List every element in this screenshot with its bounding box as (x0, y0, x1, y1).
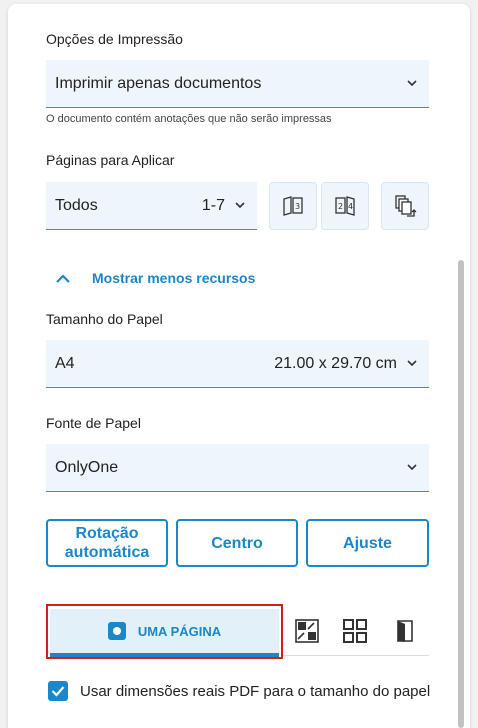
print-options-label: Opções de Impressão (46, 31, 183, 47)
scrollbar[interactable] (458, 260, 464, 728)
chevron-down-icon (235, 201, 245, 208)
paper-source-select[interactable]: OnlyOne (46, 444, 429, 492)
paper-size-label: Tamanho do Papel (46, 311, 163, 327)
pages-select[interactable]: Todos 1-7 (46, 182, 257, 230)
even-pages-icon: 2 4 (335, 196, 355, 216)
pages-range: 1-7 (201, 196, 225, 214)
even-pages-button[interactable]: 2 4 (321, 182, 369, 230)
chevron-up-icon (56, 273, 70, 283)
use-real-pdf-size-option[interactable]: Usar dimensões reais PDF para o tamanho … (48, 681, 430, 701)
show-less-features-toggle[interactable]: Mostrar menos recursos (56, 270, 255, 286)
page-layout-tabs: UMA PÁGINA (46, 604, 429, 659)
center-button[interactable]: Centro (176, 519, 298, 567)
multiple-pages-icon[interactable] (342, 618, 368, 644)
show-less-features-label: Mostrar menos recursos (92, 270, 256, 286)
one-page-icon (107, 622, 126, 640)
reverse-pages-icon (395, 195, 417, 217)
svg-text:2: 2 (338, 202, 343, 211)
active-tab-indicator (50, 653, 279, 657)
print-options-select[interactable]: Imprimir apenas documentos (46, 60, 429, 108)
chevron-down-icon (407, 79, 417, 86)
paper-source-value: OnlyOne (55, 458, 119, 476)
odd-pages-button[interactable]: 3 (269, 182, 317, 230)
checkmark-icon (51, 686, 65, 697)
svg-text:4: 4 (348, 202, 353, 211)
paper-size-select[interactable]: A4 21.00 x 29.70 cm (46, 340, 429, 388)
chevron-down-icon (407, 359, 417, 366)
svg-text:3: 3 (295, 202, 300, 211)
booklet-icon[interactable] (294, 618, 320, 644)
use-real-pdf-size-checkbox[interactable] (48, 681, 68, 701)
print-options-value: Imprimir apenas documentos (55, 74, 262, 92)
paper-source-label: Fonte de Papel (46, 415, 141, 431)
annotations-hint: O documento contém anotações que não ser… (46, 113, 332, 125)
one-page-tab[interactable]: UMA PÁGINA (46, 604, 283, 659)
chevron-down-icon (407, 463, 417, 470)
use-real-pdf-size-label: Usar dimensões reais PDF para o tamanho … (80, 682, 431, 700)
paper-size-value: A4 (55, 354, 75, 372)
fit-button[interactable]: Ajuste (306, 519, 429, 567)
poster-icon[interactable] (392, 618, 418, 644)
reverse-pages-button[interactable] (381, 182, 429, 230)
pages-label: Páginas para Aplicar (46, 152, 175, 168)
auto-rotate-button[interactable]: Rotação automática (46, 519, 168, 567)
one-page-tab-content: UMA PÁGINA (50, 609, 279, 653)
odd-pages-icon: 3 (283, 196, 303, 216)
one-page-label: UMA PÁGINA (137, 623, 222, 639)
pages-value: Todos (55, 196, 98, 214)
paper-size-dimensions: 21.00 x 29.70 cm (274, 354, 397, 372)
